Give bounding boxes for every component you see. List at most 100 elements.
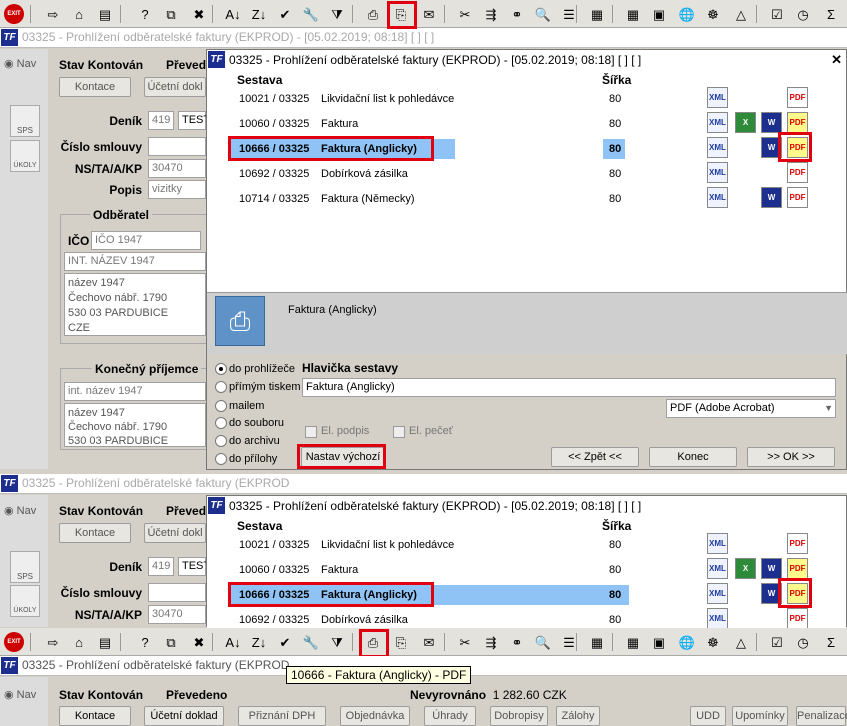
bottom-button[interactable]: Zálohy [556, 706, 600, 726]
checklist-icon[interactable]: ☑ [766, 3, 788, 25]
doc-export-icon[interactable]: W [761, 187, 782, 208]
report-row[interactable]: 10021 / 03325 Likvidační list k pohledávc… [229, 535, 629, 555]
int-nazev-field[interactable]: INT. NÁZEV 1947 [64, 252, 206, 271]
bottom-button[interactable]: Objednávka [340, 706, 410, 726]
format-select[interactable]: PDF (Adobe Acrobat) ▼ [666, 399, 836, 418]
ns-field[interactable]: 30470 [148, 605, 206, 624]
helm-icon[interactable]: ☸ [702, 631, 724, 653]
pdf-export-icon[interactable]: PDF [787, 533, 808, 554]
checklist-icon[interactable]: ☑ [766, 631, 788, 653]
folder-icon[interactable]: ▤ [94, 631, 116, 653]
ns-field[interactable]: 30470 [148, 159, 206, 178]
el-pecet-checkbox[interactable]: El. pečeť [393, 425, 453, 438]
bottom-button[interactable]: Penalizace [796, 706, 847, 726]
print-icon[interactable]: ⎙ [362, 3, 384, 25]
bottom-button[interactable]: Upomínky [732, 706, 788, 726]
bottom-button[interactable]: Dobropisy [490, 706, 548, 726]
delete-doc-icon[interactable]: ✖ [188, 631, 210, 653]
copy-icon[interactable]: ⧉ [160, 631, 182, 653]
ucetni-doklad-button[interactable]: Účetní dokl [144, 523, 206, 543]
calc-icon[interactable]: ▦ [622, 631, 644, 653]
cislo-smlouvy-field[interactable] [148, 583, 206, 602]
send-icon[interactable]: ⇨ [42, 631, 64, 653]
xml-export-icon[interactable]: XML [707, 187, 728, 208]
report-row[interactable]: 10666 / 03325 Faktura (Anglicky) 80 [229, 139, 629, 159]
clock-icon[interactable]: ◷ [792, 3, 814, 25]
report-row[interactable]: 10021 / 03325 Likvidační list k pohledávc… [229, 89, 629, 109]
copy-icon[interactable]: ⧉ [160, 3, 182, 25]
doc-export-icon[interactable]: W [761, 583, 782, 604]
zpet-button[interactable]: << Zpět << [551, 447, 639, 467]
sort-az-icon[interactable]: A↓ [222, 631, 244, 653]
close-icon[interactable]: ✕ [831, 50, 842, 70]
report-row[interactable]: 10714 / 03325 Faktura (Německy) 80 [229, 189, 629, 209]
xml-export-icon[interactable]: XML [707, 137, 728, 158]
ucetni-doklad-button[interactable]: Účetní dokl [144, 77, 206, 97]
nav-toggle-3[interactable]: ◉ Nav [4, 688, 36, 701]
report-row[interactable]: 10692 / 03325 Dobírková zásilka 80 [229, 164, 629, 184]
home-icon[interactable]: ⌂ [68, 631, 90, 653]
denik-field[interactable]: 419 [148, 111, 174, 130]
radio-souboru[interactable]: do souboru [215, 416, 284, 430]
report-row[interactable]: 10692 / 03325 Dobírková zásilka 80 [229, 610, 629, 628]
xml-export-icon[interactable]: XML [707, 558, 728, 579]
bottom-button[interactable]: Úhrady [424, 706, 476, 726]
radio-archivu[interactable]: do archivu [215, 434, 280, 448]
checkmark-icon[interactable]: ✔ [274, 631, 296, 653]
image-icon[interactable]: ▣ [648, 631, 670, 653]
cislo-smlouvy-field[interactable] [148, 137, 206, 156]
ok-button[interactable]: >> OK >> [747, 447, 835, 467]
globe-icon[interactable]: 🌐 [676, 3, 698, 25]
pdf-export-icon[interactable]: PDF [787, 87, 808, 108]
xml-export-icon[interactable]: XML [707, 112, 728, 133]
pdf-export-icon[interactable]: PDF [787, 583, 808, 604]
sps-icon[interactable]: SPS [10, 105, 40, 137]
globe-icon[interactable]: 🌐 [676, 631, 698, 653]
kontace-button[interactable]: Kontace [59, 523, 131, 543]
hlavicka-input[interactable]: Faktura (Anglicky) [302, 378, 836, 397]
link-icon[interactable]: ⚭ [506, 631, 528, 653]
grid-icon[interactable]: ▦ [586, 3, 608, 25]
sort-az-icon[interactable]: A↓ [222, 3, 244, 25]
email-icon[interactable]: ✉ [418, 3, 440, 25]
xml-export-icon[interactable]: XML [707, 87, 728, 108]
grid-icon[interactable]: ▦ [586, 631, 608, 653]
ico-field[interactable]: IČO 1947 [91, 231, 201, 250]
scissors-icon[interactable]: ✂ [454, 631, 476, 653]
print-icon[interactable]: ⎙ [362, 631, 384, 653]
popis-field[interactable]: vizitky [148, 180, 206, 199]
print-preview-icon[interactable]: ⎘ [390, 631, 412, 653]
ukoly-icon[interactable]: ÚKOLY [10, 585, 40, 617]
kontace-button[interactable]: Kontace [59, 77, 131, 97]
sort-za-icon[interactable]: Z↓ [248, 631, 270, 653]
pdf-export-icon[interactable]: PDF [787, 162, 808, 183]
pdf-export-icon[interactable]: PDF [787, 187, 808, 208]
bottom-button[interactable]: Kontace [59, 706, 131, 726]
sigma-icon[interactable]: Σ [820, 3, 842, 25]
denik-field-2[interactable]: TEST [178, 557, 210, 576]
home-icon[interactable]: ⌂ [68, 3, 90, 25]
denik-field[interactable]: 419 [148, 557, 174, 576]
radio-mailem[interactable]: mailem [215, 399, 264, 413]
xml-export-icon[interactable]: XML [707, 533, 728, 554]
tree-icon[interactable]: ⇶ [480, 3, 502, 25]
calculator-question-icon[interactable]: ? [134, 3, 156, 25]
wrench-icon[interactable]: 🔧 [300, 631, 322, 653]
tent-icon[interactable]: △ [730, 631, 752, 653]
calc-icon[interactable]: ▦ [622, 3, 644, 25]
pdf-export-icon[interactable]: PDF [787, 608, 808, 628]
xls-export-icon[interactable]: X [735, 558, 756, 579]
doc-export-icon[interactable]: W [761, 558, 782, 579]
exit-icon[interactable]: EXIT [4, 4, 24, 24]
print-preview-icon[interactable]: ⎘ [390, 3, 412, 25]
filter-icon[interactable]: ⧩ [326, 3, 348, 25]
radio-prohlizece[interactable]: do prohlížeče [215, 362, 295, 376]
pdf-export-icon[interactable]: PDF [787, 112, 808, 133]
tree-icon[interactable]: ⇶ [480, 631, 502, 653]
report-row[interactable]: 10060 / 03325 Faktura 80 [229, 560, 629, 580]
email-icon[interactable]: ✉ [418, 631, 440, 653]
address-box[interactable]: název 1947 Čechovo nábř. 1790 530 03 PAR… [64, 273, 206, 336]
doc-export-icon[interactable]: W [761, 137, 782, 158]
nastav-vychozi-button[interactable]: Nastav výchozí [301, 447, 385, 467]
wrench-icon[interactable]: 🔧 [300, 3, 322, 25]
